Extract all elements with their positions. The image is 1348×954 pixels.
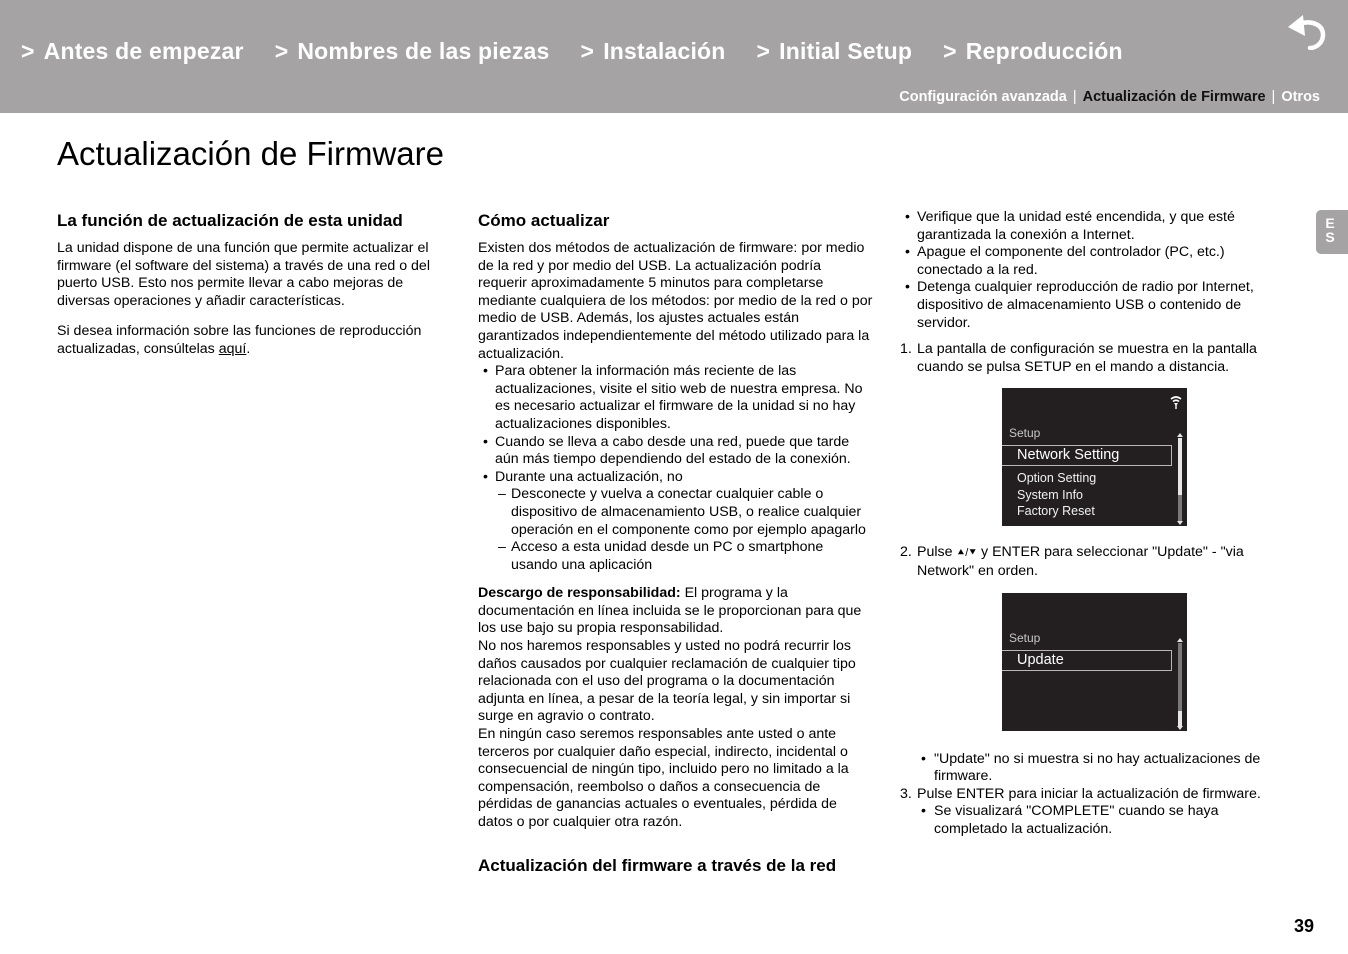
paragraph: La unidad dispone de una función que per… — [57, 240, 430, 309]
subnav-separator: | — [1271, 89, 1276, 105]
disclaimer-label: Descargo de responsabilidad: — [478, 585, 681, 602]
sub-list-item: Acceso a esta unidad desde un PC o smart… — [478, 539, 873, 574]
scrollbar-thumb — [1178, 711, 1182, 726]
nav-initial-setup[interactable]: > Initial Setup — [757, 38, 913, 65]
screen-title: Setup — [1009, 426, 1041, 440]
language-tab[interactable]: E S — [1316, 210, 1348, 254]
list-item: Verifique que la unidad esté encendida, … — [900, 209, 1285, 244]
disclaimer: Descargo de responsabilidad: El programa… — [478, 585, 862, 637]
scroll-down-icon — [1177, 521, 1183, 525]
step-3-note: Se visualizará "COMPLETE" cuando se haya… — [900, 803, 1285, 838]
menu-item: Factory Reset — [1017, 504, 1095, 518]
list-item: Durante una actualización, no — [478, 469, 873, 487]
sub-navigation: Configuración avanzada | Actualización de … — [899, 89, 1320, 105]
screen-title: Setup — [1009, 631, 1041, 645]
step-2: 2. Pulse ⯅/⯆ y ENTER para seleccionar "Up… — [900, 544, 1244, 579]
list-item: Apague el componente del controlador (PC… — [900, 244, 1285, 279]
nav-instalacion[interactable]: > Instalación — [581, 38, 726, 65]
nav-nombres-de-las-piezas[interactable]: > Nombres de las piezas — [275, 38, 550, 65]
menu-item: Option Setting — [1017, 471, 1097, 485]
sub-list-item: Desconecte y vuelva a conectar cualquier… — [478, 486, 873, 539]
subnav-separator: | — [1072, 89, 1077, 105]
menu-item: System Info — [1017, 488, 1083, 502]
step-1: 1. La pantalla de configuración se muestr… — [900, 341, 1257, 375]
scrollbar-thumb — [1178, 495, 1182, 521]
up-down-arrows-icon: ⯅/⯆ — [956, 547, 978, 560]
paragraph: Si desea información sobre las funciones… — [57, 323, 422, 357]
paragraph: En ningún caso seremos responsables ante… — [478, 726, 849, 830]
subnav-otros[interactable]: Otros — [1281, 89, 1320, 105]
selected-menu-item: Update — [1002, 650, 1172, 671]
scroll-up-icon — [1177, 433, 1183, 437]
network-icon — [1170, 396, 1182, 409]
list-item: Cuando se lleva a cabo desde una red, pu… — [478, 434, 873, 469]
step-2-note: "Update" no si muestra si no hay actuali… — [900, 751, 1285, 786]
section-update-function: La función de actualización de esta unid… — [57, 210, 452, 359]
top-header: > Antes de empezar > Nombres de las piezas… — [0, 0, 1348, 113]
nav-antes-de-empezar[interactable]: > Antes de empezar — [21, 38, 244, 65]
selected-menu-item: Network Setting — [1002, 445, 1172, 466]
section-heading: Actualización del firmware a través de l… — [478, 855, 837, 875]
main-nav: > Antes de empezar > Nombres de las piezas… — [21, 38, 1154, 65]
paragraph: No nos haremos responsables y usted no p… — [478, 638, 856, 725]
page-number: 39 — [1294, 916, 1315, 936]
list-item: Para obtener la información más reciente… — [478, 363, 873, 433]
setup-screen-update: Setup Update — [1002, 593, 1187, 731]
step-3: 3. Pulse ENTER para iniciar la actualizac… — [900, 785, 1261, 802]
return-arrow-icon — [1288, 15, 1326, 51]
scroll-up-icon — [1177, 638, 1183, 642]
back-button[interactable] — [1285, 14, 1331, 51]
section-how-to-update: Cómo actualizar Existen dos métodos de a… — [478, 210, 873, 885]
page-title: Actualización de Firmware — [57, 135, 444, 172]
section-heading: Cómo actualizar — [478, 211, 610, 230]
scroll-down-icon — [1177, 726, 1183, 730]
scrollbar — [1178, 643, 1182, 713]
section-heading: La función de actualización de esta unid… — [57, 211, 403, 230]
aqui-link[interactable]: aquí — [219, 341, 247, 357]
setup-screen-network: Setup Network Setting Option Setting Sys… — [1002, 388, 1187, 526]
subnav-configuracion-avanzada[interactable]: Configuración avanzada — [899, 89, 1067, 105]
paragraph: Existen dos métodos de actualización de … — [478, 240, 873, 362]
nav-reproduccion[interactable]: > Reproducción — [943, 38, 1123, 65]
list-item: Detenga cualquier reproducción de radio … — [900, 279, 1285, 332]
subnav-actualizacion-de-firmware[interactable]: Actualización de Firmware — [1083, 89, 1266, 105]
